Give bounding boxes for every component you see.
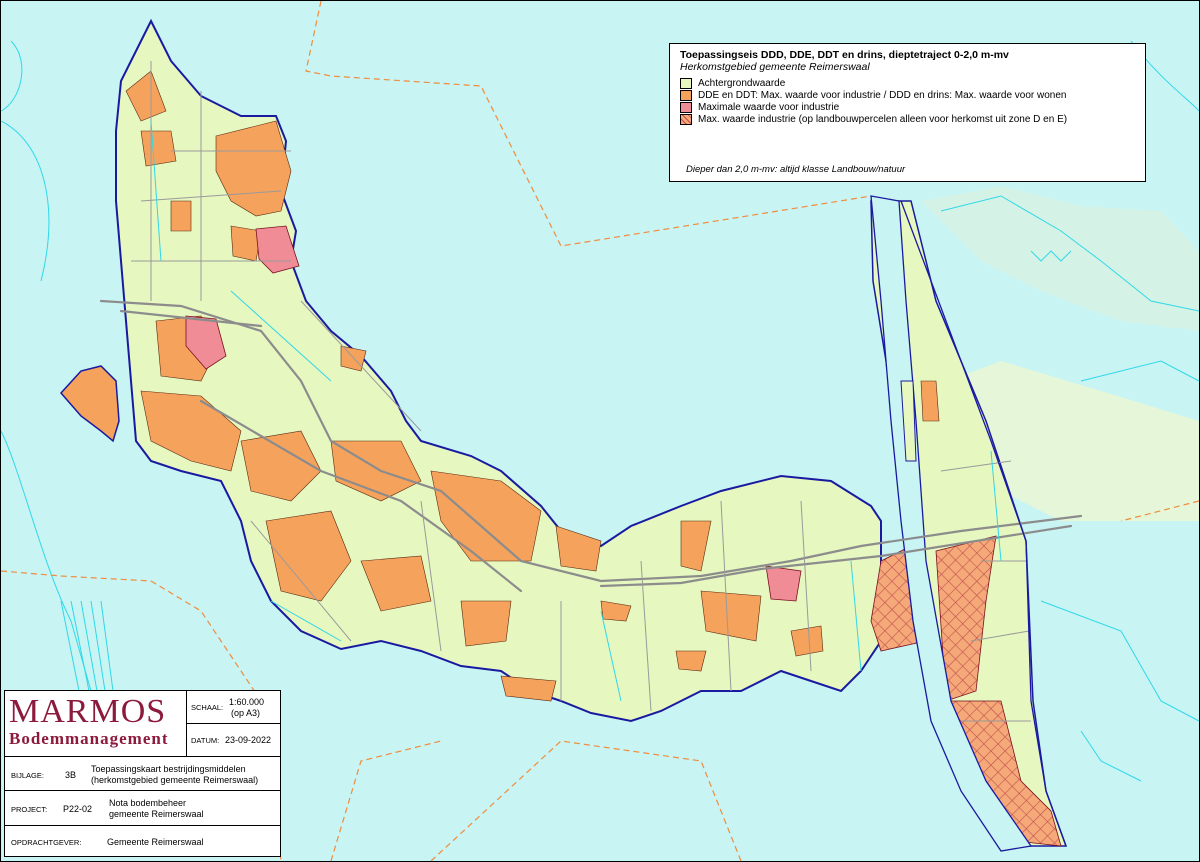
map-legend: Toepassingseis DDD, DDE, DDT en drins, d… xyxy=(669,43,1146,182)
opdrachtgever-cell: OPDRACHTGEVER: Gemeente Reimerswaal xyxy=(5,826,280,856)
datum-value: 23-09-2022 xyxy=(225,735,272,745)
bijlage-text-2: (herkomstgebied gemeente Reimerswaal) xyxy=(91,775,259,785)
legend-item-label: Maximale waarde voor industrie xyxy=(698,101,840,113)
outer-land-northeast xyxy=(921,186,1199,331)
opdrachtgever-label: OPDRACHTGEVER: xyxy=(11,838,82,847)
project-text-1: Nota bodembeheer xyxy=(109,798,187,808)
legend-item-label: Max. waarde industrie (op landbouwpercel… xyxy=(698,113,1068,125)
project-number: P22-02 xyxy=(63,804,93,814)
legend-item-max-waarde-industrie-landbouw: Max. waarde industrie (op landbouwpercel… xyxy=(680,113,1135,125)
title-block: MARMOS Bodemmanagement SCHAAL: 1:60.000 … xyxy=(4,690,281,857)
schaal-cell: SCHAAL: 1:60.000 (op A3) xyxy=(187,691,280,724)
legend-item-label: Achtergrondwaarde xyxy=(698,77,786,89)
marmos-logo-subtext: Bodemmanagement xyxy=(9,729,169,748)
legend-swatch xyxy=(680,101,692,113)
legend-swatch xyxy=(680,77,692,89)
legend-item-label: DDE en DDT: Max. waarde voor industrie /… xyxy=(698,89,1067,101)
project-cell: PROJECT: P22-02 Nota bodembeheer gemeent… xyxy=(5,791,280,826)
project-label: PROJECT: xyxy=(11,805,48,814)
schaal-note: (op A3) xyxy=(231,708,261,718)
bijlage-label: BIJLAGE: xyxy=(11,771,44,780)
bijlage-number: 3B xyxy=(65,770,77,780)
legend-item-maximale-waarde-industrie: Maximale waarde voor industrie xyxy=(680,101,1135,113)
legend-item-achtergrondwaarde: Achtergrondwaarde xyxy=(680,77,1135,89)
datum-label: DATUM: xyxy=(191,736,220,745)
logo-cell: MARMOS Bodemmanagement xyxy=(5,691,187,757)
legend-note: Dieper dan 2,0 m-mv: altijd klasse Landb… xyxy=(686,164,906,175)
legend-swatch-hatched xyxy=(680,113,692,125)
bijlage-text-1: Toepassingskaart bestrijdingsmiddelen xyxy=(91,764,246,774)
marmos-logo-text: MARMOS xyxy=(9,693,167,730)
legend-item-dde-ddt: DDE en DDT: Max. waarde voor industrie /… xyxy=(680,89,1135,101)
datum-cell: DATUM: 23-09-2022 xyxy=(187,724,280,757)
bijlage-cell: BIJLAGE: 3B Toepassingskaart bestrijding… xyxy=(5,757,280,791)
schaal-label: SCHAAL: xyxy=(191,703,224,712)
legend-title: Toepassingseis DDD, DDE, DDT en drins, d… xyxy=(680,49,1009,61)
legend-swatch xyxy=(680,89,692,101)
project-text-2: gemeente Reimerswaal xyxy=(109,809,204,819)
opdrachtgever-value: Gemeente Reimerswaal xyxy=(107,837,204,847)
schaal-value: 1:60.000 xyxy=(229,697,265,707)
legend-subtitle: Herkomstgebied gemeente Reimerswaal xyxy=(680,61,870,73)
